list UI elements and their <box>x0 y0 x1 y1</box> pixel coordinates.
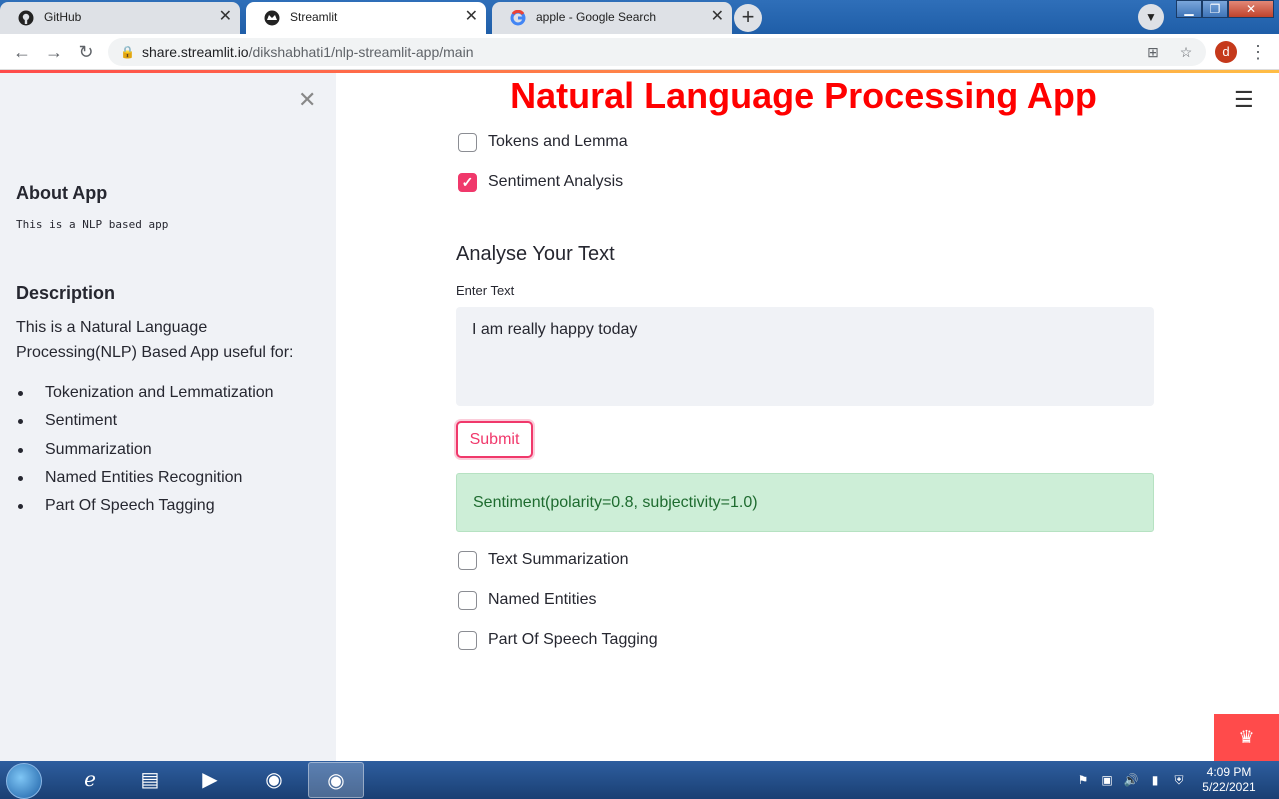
bookmark-star-icon[interactable]: ☆ <box>1176 42 1196 62</box>
streamlit-crown-icon[interactable]: ♛ <box>1214 714 1279 761</box>
window-maximize-button[interactable]: ❐ <box>1202 0 1228 18</box>
volume-icon[interactable]: 🔊 <box>1122 761 1140 799</box>
checkbox-text-summarization[interactable]: Text Summarization <box>456 549 629 571</box>
tab-google-search[interactable]: apple - Google Search ✕ <box>492 2 732 34</box>
list-item: Sentiment <box>16 407 326 435</box>
tab-search-icon[interactable]: ▼ <box>1138 4 1164 30</box>
checkbox-sentiment-analysis[interactable]: ✓ Sentiment Analysis <box>456 171 623 193</box>
submit-button[interactable]: Submit <box>456 421 533 458</box>
system-clock[interactable]: 4:09 PM 5/22/2021 <box>1196 765 1262 795</box>
checkbox-box[interactable] <box>458 591 477 610</box>
bullet-icon <box>18 447 23 453</box>
checkbox-tokens-lemma[interactable]: Tokens and Lemma <box>456 131 628 153</box>
reload-icon[interactable]: ↻ <box>74 40 98 64</box>
bullet-icon <box>18 419 23 425</box>
description-text: This is a Natural Language Processing(NL… <box>16 319 294 361</box>
security-shield-icon[interactable]: ⛨ <box>1170 761 1188 799</box>
checkbox-label: Tokens and Lemma <box>488 133 628 150</box>
checkbox-pos-tagging[interactable]: Part Of Speech Tagging <box>456 629 658 651</box>
main-content: Natural Language Processing App ☰ Tokens… <box>336 73 1279 761</box>
profile-avatar[interactable]: d <box>1215 41 1237 63</box>
github-icon <box>18 10 34 26</box>
chrome-active-icon[interactable]: ◉ <box>308 762 364 798</box>
tab-title: Streamlit <box>290 10 338 24</box>
lock-icon: 🔒 <box>120 45 135 59</box>
about-heading: About App <box>16 183 108 203</box>
clock-time: 4:09 PM <box>1206 765 1252 779</box>
forward-arrow-icon[interactable]: → <box>42 40 66 64</box>
media-player-icon[interactable]: ▶ <box>182 762 238 798</box>
input-label: Enter Text <box>456 283 515 298</box>
list-item: Part Of Speech Tagging <box>16 492 326 520</box>
translate-icon[interactable]: ⊞ <box>1143 42 1163 62</box>
internet-explorer-icon[interactable]: ℯ <box>62 762 118 798</box>
close-tab-icon[interactable]: ✕ <box>711 2 724 32</box>
file-explorer-icon[interactable]: ▤ <box>122 762 178 798</box>
checkbox-label: Sentiment Analysis <box>488 173 624 190</box>
hamburger-menu-icon[interactable]: ☰ <box>1234 87 1254 113</box>
bullet-icon <box>18 475 23 481</box>
checkbox-label: Named Entities <box>488 591 597 608</box>
page-title: Natural Language Processing App <box>510 75 1097 116</box>
description-heading: Description <box>16 283 116 303</box>
action-center-flag-icon[interactable]: ⚑ <box>1074 761 1092 799</box>
section-subheader: Analyse Your Text <box>456 243 615 265</box>
tab-streamlit[interactable]: Streamlit ✕ <box>246 2 486 34</box>
chrome-icon[interactable]: ◉ <box>246 762 302 798</box>
list-item: Summarization <box>16 436 326 464</box>
list-item: Named Entities Recognition <box>16 464 326 492</box>
tab-title: apple - Google Search <box>536 10 657 24</box>
new-tab-button[interactable]: + <box>734 4 762 32</box>
windows-taskbar: ℯ ▤ ▶ ◉ ◉ ⚑ ▣ 🔊 ▮ ⛨ 4:09 PM 5/22/2021 <box>0 761 1279 799</box>
list-item-label: Part Of Speech Tagging <box>45 497 215 515</box>
browser-toolbar: ← → ↻ 🔒 share.streamlit.io/dikshabhati1/… <box>0 34 1279 70</box>
browser-menu-icon[interactable]: ⋮ <box>1249 40 1267 64</box>
checkbox-named-entities[interactable]: Named Entities <box>456 589 597 611</box>
address-bar[interactable]: 🔒 share.streamlit.io/dikshabhati1/nlp-st… <box>108 38 1206 66</box>
list-item-label: Named Entities Recognition <box>45 468 243 486</box>
about-text: This is a NLP based app <box>16 218 169 231</box>
checkmark-icon[interactable]: ✓ <box>458 173 477 192</box>
close-tab-icon[interactable]: ✕ <box>465 2 478 32</box>
checkbox-label: Part Of Speech Tagging <box>488 631 658 648</box>
window-close-button[interactable]: ✕ <box>1228 0 1274 18</box>
clock-date: 5/22/2021 <box>1202 780 1256 794</box>
google-icon <box>510 10 526 26</box>
url-path: /dikshabhati1/nlp-streamlit-app/main <box>248 44 474 60</box>
list-item-label: Summarization <box>45 440 152 458</box>
close-tab-icon[interactable]: ✕ <box>219 2 232 32</box>
bullet-icon <box>18 391 23 396</box>
list-item-label: Tokenization and Lemmatization <box>45 384 274 401</box>
window-minimize-button[interactable]: ▁ <box>1176 0 1202 18</box>
checkbox-box[interactable] <box>458 551 477 570</box>
start-button[interactable] <box>6 763 42 799</box>
tab-github[interactable]: GitHub ✕ <box>0 2 240 34</box>
url-host: share.streamlit.io <box>142 44 249 60</box>
bullet-icon <box>18 504 23 510</box>
network-icon[interactable]: ▮ <box>1146 761 1164 799</box>
streamlit-icon <box>264 10 280 26</box>
sidebar: ✕ About App This is a NLP based app Desc… <box>0 73 336 761</box>
sentiment-result: Sentiment(polarity=0.8, subjectivity=1.0… <box>456 473 1154 532</box>
checkbox-label: Text Summarization <box>488 551 629 568</box>
list-item: Tokenization and Lemmatization <box>16 379 326 407</box>
close-sidebar-icon[interactable]: ✕ <box>298 87 316 113</box>
safely-remove-icon[interactable]: ▣ <box>1098 761 1116 799</box>
text-input-area[interactable]: I am really happy today <box>456 307 1154 406</box>
tab-title: GitHub <box>44 10 82 24</box>
browser-tab-strip: GitHub ✕ Streamlit ✕ apple - Google Sear… <box>0 0 1279 34</box>
checkbox-box[interactable] <box>458 133 477 152</box>
feature-list: Tokenization and Lemmatization Sentiment… <box>16 379 326 520</box>
list-item-label: Sentiment <box>45 412 118 430</box>
back-arrow-icon[interactable]: ← <box>10 40 34 64</box>
checkbox-box[interactable] <box>458 631 477 650</box>
